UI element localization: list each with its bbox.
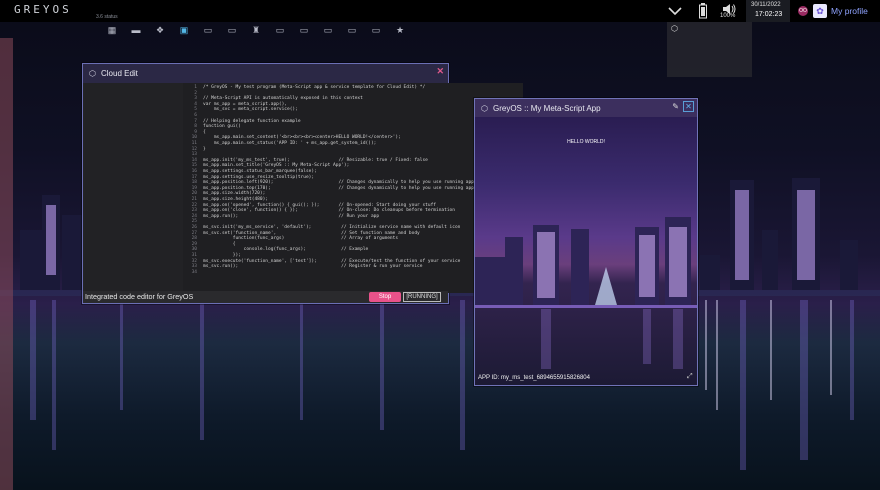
code-line: 11 ms_app.main.set_status('APP ID: ' + m… bbox=[183, 141, 377, 147]
code-text: // Helping delegate function example bbox=[203, 118, 301, 124]
app-id-status: APP ID: my_ms_test_6894655915826804 bbox=[478, 375, 590, 381]
code-text: ms_app.main.set_content('<br><br><br><ce… bbox=[203, 135, 401, 141]
running-badge: [RUNNING] bbox=[403, 292, 441, 302]
robot-icon[interactable]: ♜ bbox=[246, 22, 266, 38]
window-icon[interactable]: ▭ bbox=[294, 22, 314, 38]
code-text: ms_app.main.set_status('APP ID: ' + ms_a… bbox=[203, 141, 377, 146]
paw-icon[interactable]: ❖ bbox=[150, 22, 170, 38]
stop-button[interactable]: Stop bbox=[369, 292, 401, 302]
code-line: 34 bbox=[183, 270, 203, 276]
store-icon[interactable]: ▣ bbox=[174, 22, 194, 38]
resize-icon[interactable]: ⤢ bbox=[687, 373, 693, 381]
window-icon[interactable]: ▭ bbox=[342, 22, 362, 38]
code-text: /* GreyOS - My test program (Meta-Script… bbox=[203, 85, 426, 90]
editor-gutter bbox=[85, 83, 185, 293]
code-text: ms_app.main.set_title('GreyOS :: My Meta… bbox=[203, 163, 350, 169]
folder-icon[interactable]: ▬ bbox=[126, 22, 146, 38]
tray-dropdown-panel: ⬡ bbox=[667, 22, 752, 77]
app-content: HELLO WORLD! APP ID: my_ms_test_68946559… bbox=[475, 117, 697, 385]
code-text: ms_app.size.height(480); bbox=[203, 197, 269, 202]
star-icon[interactable]: ★ bbox=[390, 22, 410, 38]
apps-grid-icon[interactable]: ▦ bbox=[102, 22, 122, 38]
greyos-logo[interactable]: GREYOS bbox=[14, 3, 72, 16]
code-text: ms_app.position.left(920); // Changes dy… bbox=[203, 180, 477, 186]
code-text: ms_svc = meta_script.service(); bbox=[203, 107, 298, 113]
window-title-bar[interactable]: ⬡ GreyOS :: My Meta-Script App ✎ ✕ bbox=[475, 99, 697, 117]
close-icon[interactable]: ✕ bbox=[436, 66, 444, 77]
code-text: ms_app.settings.status_bar_marquee(false… bbox=[203, 169, 317, 174]
clock-date: 30/11/2022 bbox=[751, 2, 781, 8]
app-background-image bbox=[475, 217, 697, 369]
window-title: Cloud Edit bbox=[100, 69, 138, 78]
code-text: function(func_args) // Array of argument… bbox=[203, 236, 399, 242]
editor-status-bar: Integrated code editor for GreyOS Stop [… bbox=[83, 291, 448, 303]
profile-icon[interactable]: ✿ bbox=[813, 4, 827, 18]
code-line: 1/* GreyOS - My test program (Meta-Scrip… bbox=[183, 85, 425, 91]
window-title-bar[interactable]: ⬡ Cloud Edit ✕ bbox=[83, 64, 448, 83]
pencil-icon[interactable]: ✎ bbox=[672, 102, 679, 111]
line-number: 34 bbox=[191, 269, 197, 275]
window-icon[interactable]: ▭ bbox=[366, 22, 386, 38]
hello-world-text: HELLO WORLD! bbox=[567, 139, 605, 145]
window-icon[interactable]: ▭ bbox=[318, 22, 338, 38]
code-text: ms_svc.set('function_name', // Set funct… bbox=[203, 230, 420, 236]
code-editor-area[interactable]: 1/* GreyOS - My test program (Meta-Scrip… bbox=[183, 83, 523, 293]
code-text: ms_app.size.width(720); bbox=[203, 191, 266, 197]
code-text: ms_app.on('close', function() { }); // O… bbox=[203, 208, 455, 214]
code-text: ms_svc.run(); // Register & run your ser… bbox=[203, 264, 423, 270]
app-dock: ▦ ▬ ❖ ▣ ▭ ▭ ♜ ▭ ▭ ▭ ▭ ▭ ★ bbox=[102, 22, 414, 38]
battery-icon[interactable] bbox=[694, 2, 712, 20]
desktop-left-strip bbox=[0, 38, 13, 490]
code-text: ms_app.settings.use_resize_tooltip(true)… bbox=[203, 174, 315, 180]
cube-icon: ⬡ bbox=[481, 103, 488, 113]
code-text: // Meta-Script API is automatically expo… bbox=[203, 96, 363, 102]
avatar[interactable]: OO bbox=[798, 6, 808, 16]
chevron-down-icon[interactable] bbox=[666, 2, 684, 20]
clock[interactable]: 30/11/2022 17:02:23 bbox=[746, 0, 790, 22]
files-icon[interactable]: ▭ bbox=[198, 22, 218, 38]
meta-script-app-window[interactable]: ⬡ GreyOS :: My Meta-Script App ✎ ✕ HELLO… bbox=[474, 98, 698, 386]
terminal-icon[interactable]: ▭ bbox=[222, 22, 242, 38]
cloud-edit-window[interactable]: ⬡ Cloud Edit ✕ 1/* GreyOS - My test prog… bbox=[82, 63, 523, 304]
code-text: console.log(func_args); // Example bbox=[203, 247, 369, 253]
window-icon[interactable]: ▭ bbox=[270, 22, 290, 38]
cube-icon[interactable]: ⬡ bbox=[671, 24, 678, 33]
cube-icon: ⬡ bbox=[89, 69, 96, 78]
code-text: } bbox=[203, 146, 206, 152]
logo-version: 3.6 status bbox=[96, 14, 118, 20]
code-text: ms_svc.init('my_ms_service', 'default');… bbox=[203, 225, 461, 230]
code-text: ms_app.on('opened', function() { gui(); … bbox=[203, 202, 436, 208]
code-line: 24 ms_app.run(); // Run your app bbox=[183, 213, 380, 220]
clock-time: 17:02:23 bbox=[755, 11, 783, 18]
window-title: GreyOS :: My Meta-Script App bbox=[492, 103, 601, 113]
code-line: 33 ms_svc.run(); // Register & run your s… bbox=[183, 264, 423, 270]
close-icon[interactable]: ✕ bbox=[683, 101, 694, 112]
status-text: Integrated code editor for GreyOS bbox=[85, 292, 194, 301]
code-text: ms_svc.execute('function_name', ['test']… bbox=[203, 258, 461, 264]
code-text: }); bbox=[203, 253, 241, 258]
code-text: function gui() bbox=[203, 124, 241, 130]
my-profile-link[interactable]: My profile bbox=[831, 6, 868, 16]
top-bar: GREYOS 3.6 status 100% 30/11/2022 17:02:… bbox=[0, 0, 880, 22]
code-text: ms_app.run(); // Run your app bbox=[203, 213, 380, 219]
volume-level: 100% bbox=[720, 13, 736, 19]
